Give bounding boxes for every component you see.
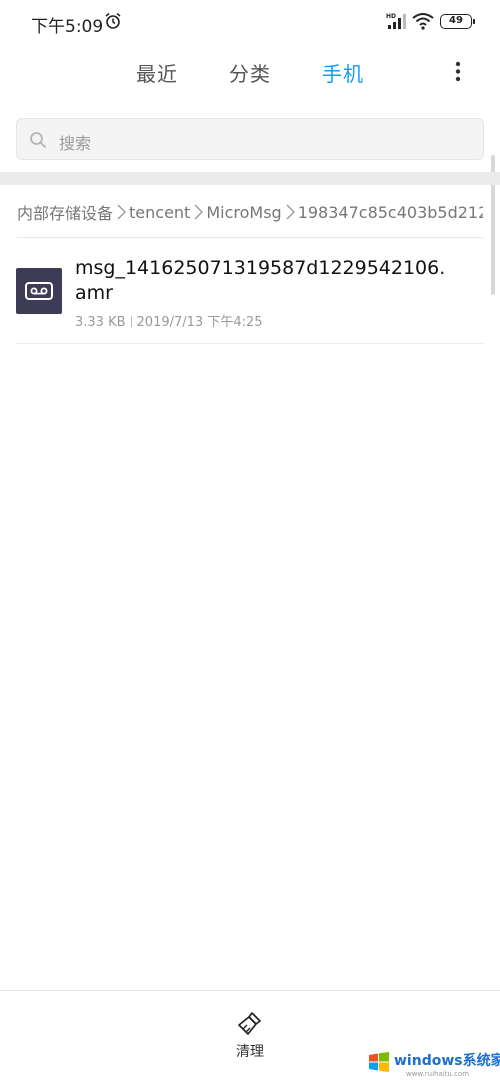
breadcrumb-item-micromsg[interactable]: MicroMsg (206, 203, 281, 222)
meta-separator (130, 316, 132, 327)
wifi-icon (412, 13, 434, 30)
chevron-right-icon (286, 204, 295, 220)
search-input[interactable]: 搜索 (16, 118, 484, 160)
section-divider (0, 172, 500, 185)
breadcrumb: 内部存储设备 tencent MicroMsg 198347c85c403b5d212… (17, 200, 483, 226)
breadcrumb-item-tencent[interactable]: tencent (129, 203, 190, 222)
windows-logo-icon (369, 1052, 389, 1072)
more-options-icon[interactable] (448, 56, 468, 86)
brush-icon (238, 1012, 261, 1035)
file-name: msg_141625071319587d1229542106.amr (75, 257, 446, 304)
tab-bar: 最近 分类 手机 (0, 52, 500, 92)
search-icon (30, 132, 46, 148)
battery-tip (473, 19, 475, 24)
watermark-text: windows系统家园 (394, 1053, 500, 1069)
watermark-url: www.ruihaitu.com (406, 1070, 470, 1078)
battery-level: 49 (449, 15, 463, 26)
file-meta: 3.33 KB 2019/7/13 下午4:25 (75, 311, 263, 330)
status-time: 下午5:09 (31, 17, 104, 37)
search-placeholder: 搜索 (59, 134, 92, 153)
battery-indicator: 49 (440, 14, 475, 29)
breadcrumb-item-folder[interactable]: 198347c85c403b5d2125 (298, 203, 483, 222)
tab-category[interactable]: 分类 (229, 58, 271, 87)
file-size: 3.33 KB (75, 315, 126, 330)
watermark: windows系统家园 www.ruihaitu.com (366, 1048, 500, 1080)
divider (17, 237, 483, 238)
list-item[interactable]: msg_141625071319587d1229542106.amr 3.33 … (16, 250, 484, 343)
alarm-icon (105, 12, 121, 29)
tab-phone[interactable]: 手机 (322, 58, 364, 87)
clean-label: 清理 (236, 1044, 264, 1060)
audio-file-icon (16, 268, 62, 314)
tab-recent[interactable]: 最近 (136, 58, 178, 87)
chevron-right-icon (117, 204, 127, 220)
clean-button[interactable]: 清理 (219, 1009, 281, 1065)
status-bar: 下午5:09 HD 49 (0, 0, 500, 44)
svg-text:HD: HD (386, 13, 396, 20)
signal-icon: HD (386, 13, 406, 29)
divider (16, 343, 484, 344)
file-date: 2019/7/13 下午4:25 (136, 315, 263, 330)
breadcrumb-item-internal-storage[interactable]: 内部存储设备 (17, 200, 113, 224)
chevron-right-icon (194, 204, 204, 220)
